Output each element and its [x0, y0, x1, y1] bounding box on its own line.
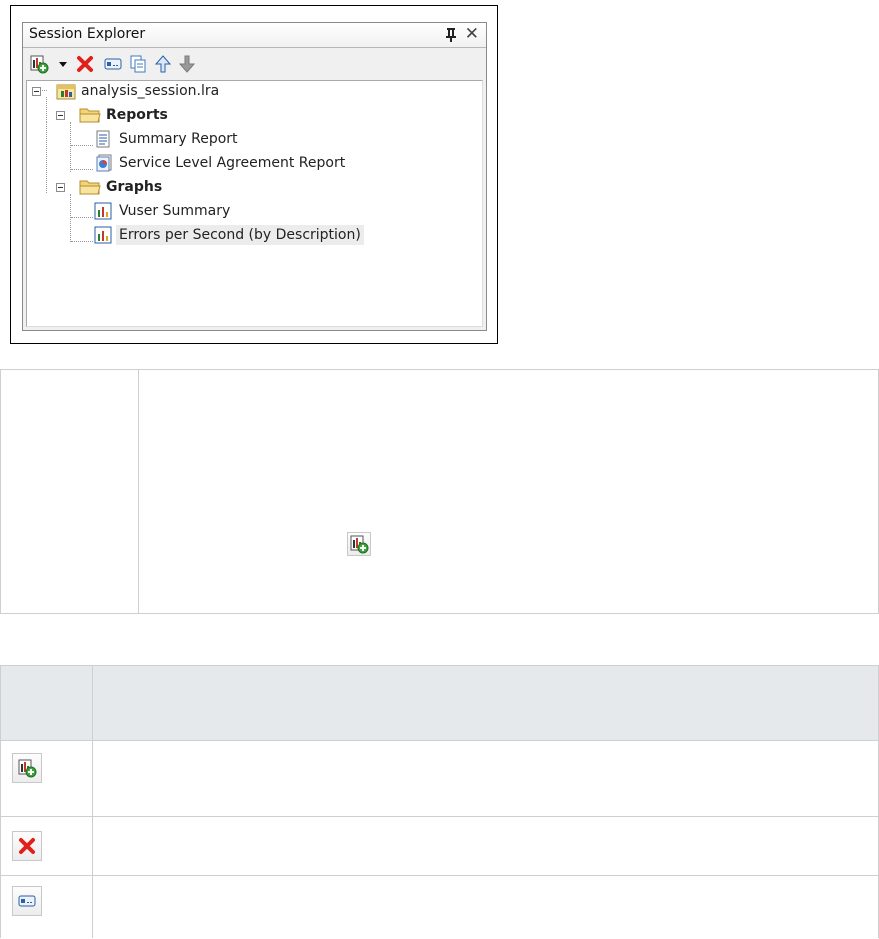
add-report-graph-icon [12, 753, 42, 783]
graph-icon [94, 226, 112, 244]
tree-connector [71, 217, 93, 218]
tree-node-sla-report[interactable]: Service Level Agreement Report [94, 153, 434, 173]
panel-title: Session Explorer [29, 26, 146, 42]
tree-node-graphs-folder[interactable]: Graphs [56, 177, 356, 197]
add-report-graph-icon[interactable] [29, 54, 49, 74]
collapse-icon[interactable] [56, 111, 65, 120]
table-cell-label [1, 370, 139, 613]
tree-label: Graphs [106, 179, 163, 195]
tree-node-reports-folder[interactable]: Reports [56, 105, 356, 125]
title-bar: Session Explorer ✕ [23, 23, 486, 48]
tree-node-errors-per-second[interactable]: Errors per Second (by Description) [94, 225, 434, 245]
duplicate-icon[interactable] [128, 54, 148, 74]
table-row [1, 741, 878, 817]
rename-icon[interactable] [103, 54, 123, 74]
delete-icon[interactable] [75, 54, 95, 74]
sla-report-icon [96, 154, 112, 172]
table-header [1, 666, 878, 741]
move-up-icon[interactable] [153, 54, 173, 74]
session-explorer-figure: Session Explorer ✕ analysis_session.lra … [10, 5, 498, 344]
tree-label: Errors per Second (by Description) [116, 225, 364, 245]
add-report-graph-icon [347, 532, 371, 556]
graph-icon [94, 202, 112, 220]
tree-connector [70, 194, 71, 242]
collapse-icon[interactable] [32, 87, 41, 96]
tree-connector [71, 241, 93, 242]
toolbar [23, 48, 486, 78]
ui-elements-table [0, 665, 879, 938]
report-document-icon [96, 130, 110, 148]
table-row [1, 817, 878, 876]
move-down-icon[interactable] [177, 54, 197, 74]
tree-connector [70, 122, 71, 172]
folder-open-icon [79, 180, 101, 195]
tree-node-summary-report[interactable]: Summary Report [94, 129, 414, 149]
tree-connector [46, 122, 47, 193]
session-file-icon [56, 84, 76, 100]
close-icon[interactable]: ✕ [465, 25, 479, 43]
tree-node-root[interactable]: analysis_session.lra [32, 81, 332, 101]
session-tree: analysis_session.lra Reports Summary Rep… [26, 80, 483, 327]
delete-icon [12, 831, 42, 861]
dropdown-arrow-icon[interactable] [53, 54, 73, 74]
tree-label: Service Level Agreement Report [119, 155, 346, 171]
pin-icon[interactable] [444, 27, 458, 43]
tree-label: Vuser Summary [119, 203, 231, 219]
tree-connector [71, 145, 93, 146]
description-table [0, 369, 879, 614]
tree-label: Summary Report [119, 131, 238, 147]
table-row [1, 876, 878, 939]
folder-open-icon [79, 108, 101, 123]
tree-node-vuser-summary[interactable]: Vuser Summary [94, 201, 414, 221]
tree-label: Reports [106, 107, 168, 123]
collapse-icon[interactable] [56, 183, 65, 192]
tree-label: analysis_session.lra [81, 83, 220, 99]
rename-icon [12, 886, 42, 916]
session-explorer-panel: Session Explorer ✕ analysis_session.lra … [22, 22, 487, 331]
tree-connector [71, 169, 93, 170]
